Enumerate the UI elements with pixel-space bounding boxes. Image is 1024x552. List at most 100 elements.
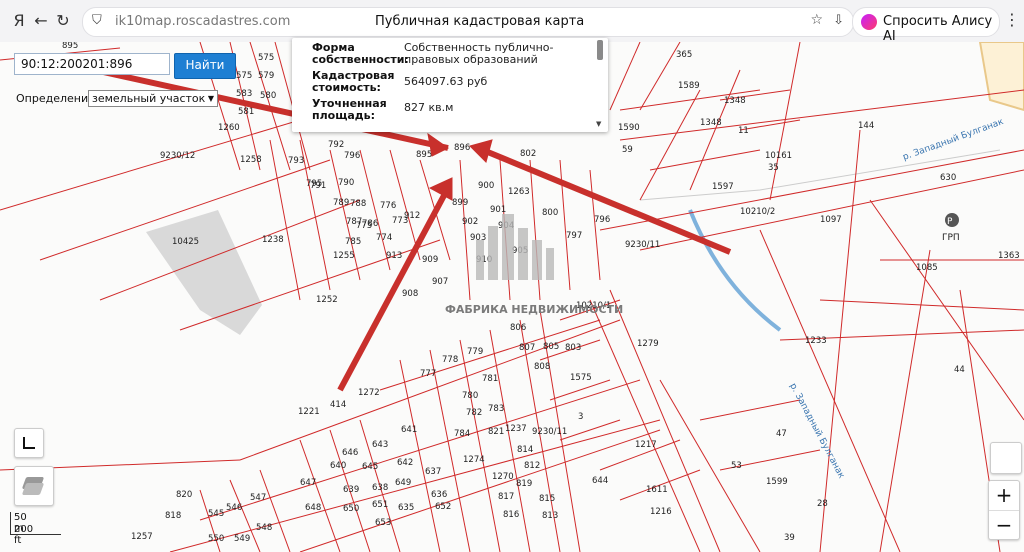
parcel-number[interactable]: 3 xyxy=(578,412,583,422)
parcel-number[interactable]: 901 xyxy=(490,205,506,215)
parcel-number[interactable]: 793 xyxy=(288,156,304,166)
parcel-number[interactable]: 11 xyxy=(738,126,749,136)
parcel-number[interactable]: 637 xyxy=(425,467,441,477)
parcel-number[interactable]: 1272 xyxy=(358,388,380,398)
parcel-number[interactable]: 1599 xyxy=(766,477,788,487)
parcel-number[interactable]: 1257 xyxy=(131,532,153,542)
parcel-number[interactable]: 913 xyxy=(386,251,402,261)
parcel-number[interactable]: 806 xyxy=(510,323,526,333)
parcel-number[interactable]: 1233 xyxy=(805,336,827,346)
parcel-number[interactable]: 908 xyxy=(402,289,418,299)
parcel-number[interactable]: 1085 xyxy=(916,263,938,273)
parcel-number[interactable]: 899 xyxy=(452,198,468,208)
parcel-number[interactable]: 790 xyxy=(338,178,354,188)
parcel-number[interactable]: 776 xyxy=(380,201,396,211)
parcel-number[interactable]: 545 xyxy=(208,509,224,519)
parcel-number[interactable]: 639 xyxy=(343,485,359,495)
parcel-number[interactable]: 780 xyxy=(462,391,478,401)
parcel-number[interactable]: 39 xyxy=(784,533,795,543)
parcel-number[interactable]: 1263 xyxy=(508,187,530,197)
parcel-number[interactable]: 784 xyxy=(454,429,470,439)
parcel-number[interactable]: 814 xyxy=(517,445,533,455)
parcel-number[interactable]: 1363 xyxy=(998,251,1020,261)
parcel-number[interactable]: 785 xyxy=(345,237,361,247)
parcel-number[interactable]: 805 xyxy=(543,342,559,352)
layers-button[interactable] xyxy=(14,466,54,506)
parcel-number[interactable]: 1238 xyxy=(262,235,284,245)
parcel-number[interactable]: 9230/11 xyxy=(532,427,567,437)
parcel-number[interactable]: 652 xyxy=(435,502,451,512)
address-bar[interactable]: ⛉ ik10map.roscadastres.com Публичная кад… xyxy=(82,7,854,37)
parcel-number[interactable]: 816 xyxy=(503,510,519,520)
parcel-number[interactable]: 650 xyxy=(343,504,359,514)
parcel-number[interactable]: 59 xyxy=(622,145,633,155)
parcel-number[interactable]: 10161 xyxy=(765,151,792,161)
parcel-number[interactable]: 548 xyxy=(256,523,272,533)
parcel-number[interactable]: 1348 xyxy=(724,96,746,106)
parcel-number[interactable]: 778 xyxy=(442,355,458,365)
parcel-number[interactable]: 550 xyxy=(208,534,224,544)
parcel-number[interactable]: 549 xyxy=(234,534,250,544)
parcel-number[interactable]: 796 xyxy=(594,215,610,225)
parcel-number[interactable]: 912 xyxy=(404,211,420,221)
fullscreen-button[interactable] xyxy=(14,428,44,458)
back-arrow-icon[interactable]: ← xyxy=(30,10,52,32)
parcel-number[interactable]: 1217 xyxy=(635,440,657,450)
parcel-number[interactable]: 815 xyxy=(539,494,555,504)
parcel-number[interactable]: 643 xyxy=(372,440,388,450)
parcel-number[interactable]: 902 xyxy=(462,217,478,227)
scrollbar-thumb[interactable] xyxy=(597,40,603,60)
popup-scrollbar[interactable]: ▼ xyxy=(596,40,604,128)
parcel-number[interactable]: 580 xyxy=(260,91,276,101)
parcel-number[interactable]: 647 xyxy=(300,478,316,488)
parcel-number[interactable]: 365 xyxy=(676,50,692,60)
parcel-number[interactable]: 47 xyxy=(776,429,787,439)
zoom-out-button[interactable]: − xyxy=(989,510,1019,539)
parcel-number[interactable]: 53 xyxy=(731,461,742,471)
parcel-number[interactable]: 641 xyxy=(401,425,417,435)
cadastral-search-input[interactable]: 90:12:200201:896 xyxy=(14,53,170,75)
parcel-number[interactable]: 895 xyxy=(62,42,78,51)
parcel-number[interactable]: 1258 xyxy=(240,155,262,165)
map-tool-button[interactable] xyxy=(990,442,1022,474)
parcel-number[interactable]: 653 xyxy=(375,518,391,528)
parcel-number[interactable]: 789 xyxy=(333,198,349,208)
parcel-number[interactable]: 547 xyxy=(250,493,266,503)
scroll-down-icon[interactable]: ▼ xyxy=(596,120,601,128)
find-button[interactable]: Найти xyxy=(174,53,236,79)
parcel-number[interactable]: 775 xyxy=(356,221,372,231)
parcel-number[interactable]: 788 xyxy=(350,199,366,209)
parcel-number[interactable]: 35 xyxy=(768,163,779,173)
menu-dots-icon[interactable]: ⋮ xyxy=(1004,10,1020,29)
parcel-number[interactable]: 821 xyxy=(488,427,504,437)
parcel-number[interactable]: 10210/2 xyxy=(740,207,775,217)
parcel-number[interactable]: 1216 xyxy=(650,507,672,517)
alisa-button[interactable]: Спросить Алису AI xyxy=(852,7,1000,44)
definition-select[interactable]: земельный участок ▼ xyxy=(88,90,218,107)
parcel-number[interactable]: 630 xyxy=(940,173,956,183)
parcel-number[interactable]: 782 xyxy=(466,408,482,418)
parcel-number[interactable]: 546 xyxy=(226,503,242,513)
parcel-number[interactable]: 781 xyxy=(482,374,498,384)
parcel-number[interactable]: 644 xyxy=(592,476,608,486)
bookmark-icon[interactable]: ☆ xyxy=(810,12,823,28)
parcel-number[interactable]: 10425 xyxy=(172,237,199,247)
parcel-number[interactable]: 649 xyxy=(395,478,411,488)
parcel-number[interactable]: 774 xyxy=(376,233,392,243)
reload-icon[interactable]: ↻ xyxy=(52,10,74,32)
parcel-number[interactable]: 646 xyxy=(342,448,358,458)
parcel-number[interactable]: 28 xyxy=(817,499,828,509)
parcel-number[interactable]: 896 xyxy=(454,143,470,153)
parcel-number[interactable]: 645 xyxy=(362,462,378,472)
parcel-number[interactable]: 900 xyxy=(478,181,494,191)
parcel-number[interactable]: 579 xyxy=(258,71,274,81)
parcel-number[interactable]: 803 xyxy=(565,343,581,353)
parcel-number[interactable]: 1252 xyxy=(316,295,338,305)
parcel-number[interactable]: 144 xyxy=(858,121,874,131)
parcel-number[interactable]: 895 xyxy=(416,150,432,160)
parcel-number[interactable]: 800 xyxy=(542,208,558,218)
parcel-number[interactable]: 1274 xyxy=(463,455,485,465)
parcel-number[interactable]: 783 xyxy=(488,404,504,414)
parcel-number[interactable]: 812 xyxy=(524,461,540,471)
parcel-number[interactable]: 807 xyxy=(519,343,535,353)
